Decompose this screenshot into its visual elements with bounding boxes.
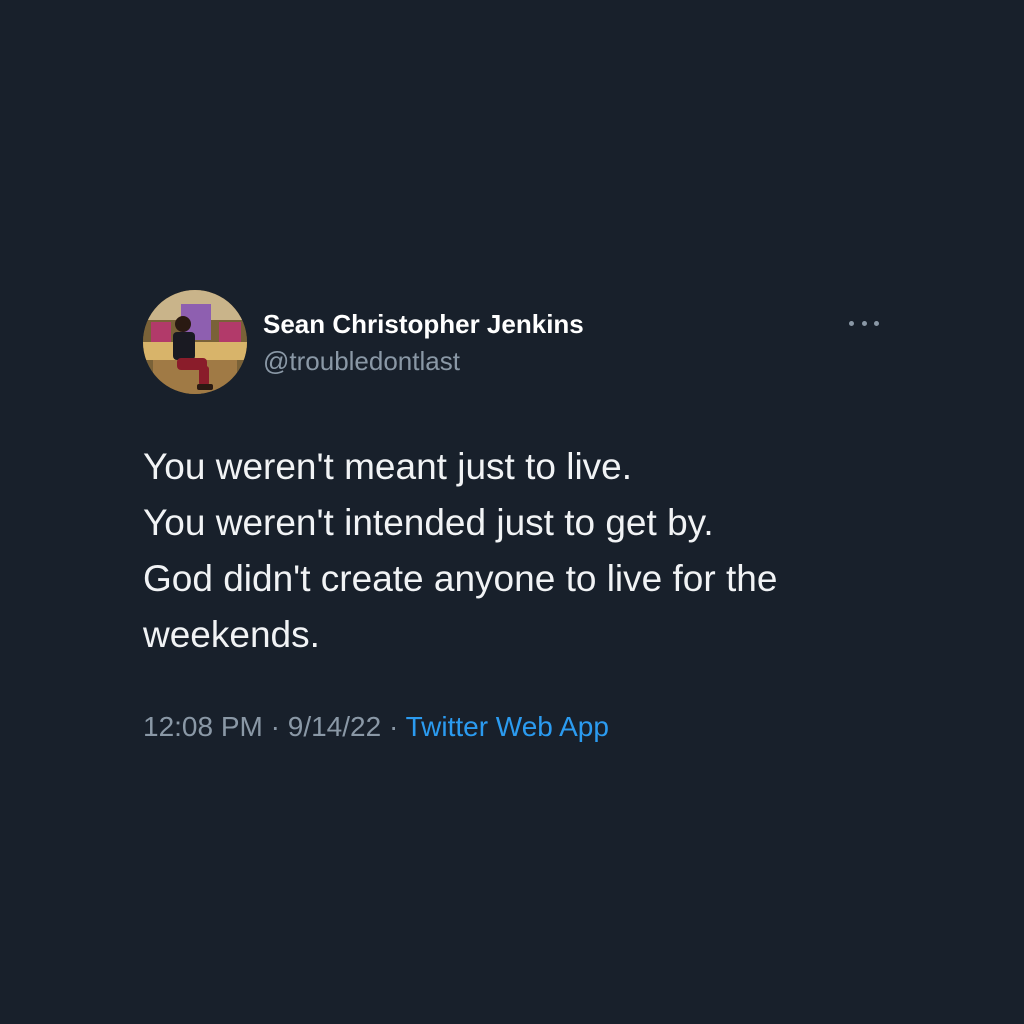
tweet-author: Sean Christopher Jenkins @troubledontlas… [263,307,584,377]
meta-separator: · [388,711,399,742]
tweet-text-line: You weren't intended just to get by. [143,502,714,543]
avatar[interactable] [143,290,247,394]
display-name[interactable]: Sean Christopher Jenkins [263,307,584,341]
tweet-time[interactable]: 12:08 PM [143,711,263,742]
tweet-header: Sean Christopher Jenkins @troubledontlas… [143,290,883,396]
tweet-text-line: You weren't meant just to live. [143,446,633,487]
tweet-date[interactable]: 9/14/22 [288,711,381,742]
ellipsis-dot [874,320,879,326]
tweet-text-line: God didn't create anyone to live for the [143,558,778,599]
meta-separator: · [270,711,280,742]
ellipsis-dot [849,320,854,326]
tweet-metadata: 12:08 PM · 9/14/22 · Twitter Web App [143,710,609,744]
ellipsis-icon[interactable] [849,316,879,330]
tweet-card: Sean Christopher Jenkins @troubledontlas… [143,290,883,742]
ellipsis-dot [861,320,867,326]
tweet-source-link[interactable]: Twitter Web App [406,711,609,742]
tweet-text: You weren't meant just to live. You were… [143,439,883,663]
user-handle[interactable]: @troubledontlast [263,345,584,377]
tweet-text-line: weekends. [143,614,320,655]
profile-photo-icon [143,290,247,394]
